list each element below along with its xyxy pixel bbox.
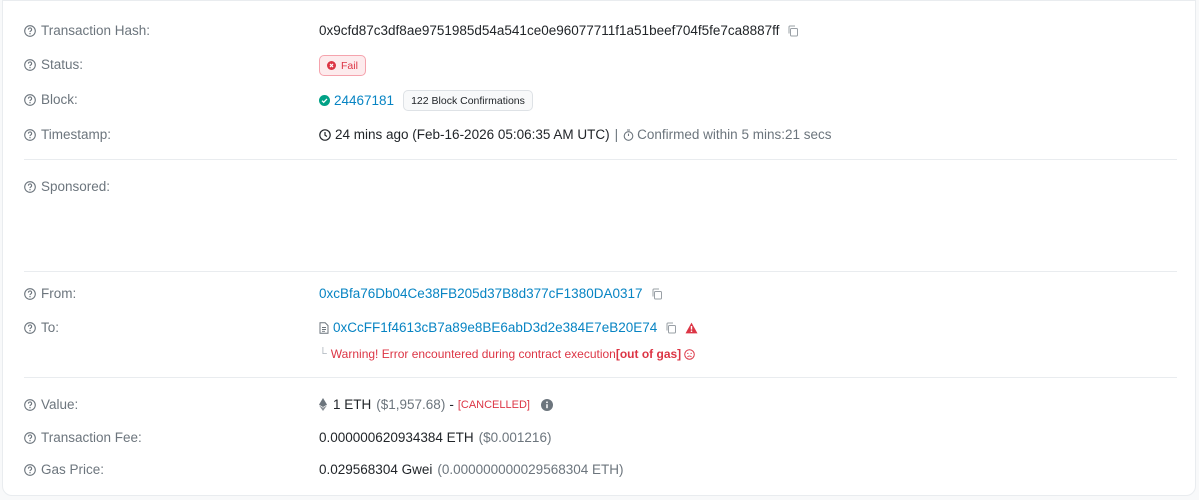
gas-price-gwei: 0.029568304 Gwei — [319, 462, 433, 477]
to-value: 0xCcFF1f4613cB7a89e8BE6abD3d2e384E7eB20E… — [319, 320, 698, 335]
tx-hash-label: Transaction Hash: — [24, 23, 150, 38]
gas-price-eth: (0.000000000029568304 ETH) — [437, 462, 624, 477]
sad-face-icon — [684, 348, 695, 360]
warning-triangle-icon — [685, 322, 698, 333]
tx-hash-text: 0x9cfd87c3df8ae9751985d54a541ce0e9607771… — [319, 23, 780, 38]
sponsored-label: Sponsored: — [24, 179, 110, 194]
status-value: Fail — [319, 55, 366, 76]
timestamp-row: Timestamp: 24 mins ago (Feb-16-2026 05:0… — [3, 125, 1195, 145]
tx-hash-value: 0x9cfd87c3df8ae9751985d54a541ce0e9607771… — [319, 23, 799, 38]
question-circle-icon[interactable] — [24, 93, 36, 106]
to-address-link[interactable]: 0xCcFF1f4613cB7a89e8BE6abD3d2e384E7eB20E… — [333, 320, 657, 335]
question-circle-icon[interactable] — [24, 431, 36, 444]
timestamp-confirmed: Confirmed within 5 mins:21 secs — [637, 127, 832, 142]
divider — [24, 159, 1177, 160]
timestamp-value: 24 mins ago (Feb-16-2026 05:06:35 AM UTC… — [319, 127, 831, 142]
question-circle-icon[interactable] — [24, 463, 36, 476]
to-label: To: — [24, 320, 59, 335]
question-circle-icon[interactable] — [24, 398, 36, 411]
block-value: 24467181 122 Block Confirmations — [319, 90, 533, 111]
value-label: Value: — [24, 397, 78, 412]
clock-icon — [319, 128, 331, 141]
document-icon — [319, 321, 329, 334]
status-badge-text: Fail — [341, 59, 358, 72]
warning-reason: [out of gas] — [615, 347, 682, 361]
block-row: Block: 24467181 122 Block Confirmations — [3, 90, 1195, 112]
value-usd: ($1,957.68) — [376, 397, 446, 412]
gas-price-label-text: Gas Price: — [41, 462, 105, 477]
tx-fee-usd: ($0.001216) — [478, 430, 552, 445]
sponsored-label-text: Sponsored: — [41, 179, 111, 194]
divider — [24, 271, 1177, 272]
stopwatch-icon — [623, 128, 634, 141]
tx-fee-value: 0.000000620934384 ETH ($0.001216) — [319, 430, 551, 445]
question-circle-icon[interactable] — [24, 180, 36, 193]
corner-arrow-icon: └ — [319, 348, 327, 360]
timestamp-label: Timestamp: — [24, 127, 111, 142]
question-circle-icon[interactable] — [24, 287, 36, 300]
timestamp-separator: | — [614, 127, 619, 142]
status-label: Status: — [24, 57, 83, 72]
x-circle-icon — [327, 61, 336, 70]
status-row: Status: Fail — [3, 55, 1195, 77]
info-icon[interactable] — [540, 398, 553, 411]
gas-price-value: 0.029568304 Gwei (0.000000000029568304 E… — [319, 462, 624, 477]
gas-price-label: Gas Price: — [24, 462, 104, 477]
timestamp-relative: 24 mins ago (Feb-16-2026 05:06:35 AM UTC… — [335, 127, 610, 142]
copy-icon[interactable] — [787, 25, 799, 37]
copy-icon[interactable] — [665, 322, 677, 334]
block-confirmations-badge: 122 Block Confirmations — [403, 90, 533, 111]
status-badge: Fail — [319, 55, 366, 76]
to-label-text: To: — [41, 320, 60, 335]
question-circle-icon[interactable] — [24, 58, 36, 71]
divider — [24, 377, 1177, 378]
timestamp-label-text: Timestamp: — [41, 127, 112, 142]
value-cancelled: [CANCELLED] — [457, 398, 530, 411]
tx-hash-row: Transaction Hash: 0x9cfd87c3df8ae9751985… — [3, 21, 1195, 41]
question-circle-icon[interactable] — [24, 128, 36, 141]
block-number-link[interactable]: 24467181 — [334, 93, 394, 108]
status-label-text: Status: — [41, 57, 84, 72]
sponsored-row: Sponsored: — [3, 177, 1195, 197]
from-address-link[interactable]: 0xcBfa76Db04Ce38FB205d37B8d377cF1380DA03… — [319, 286, 643, 301]
tx-fee-label: Transaction Fee: — [24, 430, 142, 445]
tx-fee-label-text: Transaction Fee: — [41, 430, 142, 445]
from-label: From: — [24, 286, 76, 301]
copy-icon[interactable] — [651, 288, 663, 300]
tx-hash-label-text: Transaction Hash: — [41, 23, 151, 38]
from-row: From: 0xcBfa76Db04Ce38FB205d37B8d377cF13… — [3, 284, 1195, 304]
ethereum-icon — [319, 398, 327, 411]
value-row: Value: 1 ETH ($1,957.68) - [CANCELLED] — [3, 395, 1195, 415]
from-value: 0xcBfa76Db04Ce38FB205d37B8d377cF1380DA03… — [319, 286, 663, 301]
tx-fee-row: Transaction Fee: 0.000000620934384 ETH (… — [3, 428, 1195, 448]
from-label-text: From: — [41, 286, 77, 301]
value-amount: 1 ETH — [333, 397, 372, 412]
value-label-text: Value: — [41, 397, 79, 412]
warning-text: Warning! Error encountered during contra… — [330, 347, 616, 361]
to-warning: └ Warning! Error encountered during cont… — [319, 347, 695, 361]
transaction-details-card: Transaction Hash: 0x9cfd87c3df8ae9751985… — [2, 0, 1196, 496]
check-circle-icon — [319, 95, 330, 106]
question-circle-icon[interactable] — [24, 321, 36, 334]
question-circle-icon[interactable] — [24, 24, 36, 37]
to-row: To: 0xCcFF1f4613cB7a89e8BE6abD3d2e384E7e… — [3, 318, 1195, 366]
value-dash: - — [449, 397, 454, 412]
value-value: 1 ETH ($1,957.68) - [CANCELLED] — [319, 397, 553, 412]
tx-fee-eth: 0.000000620934384 ETH — [319, 430, 474, 445]
block-label-text: Block: — [41, 92, 78, 107]
gas-price-row: Gas Price: 0.029568304 Gwei (0.000000000… — [3, 460, 1195, 480]
block-label: Block: — [24, 92, 78, 107]
